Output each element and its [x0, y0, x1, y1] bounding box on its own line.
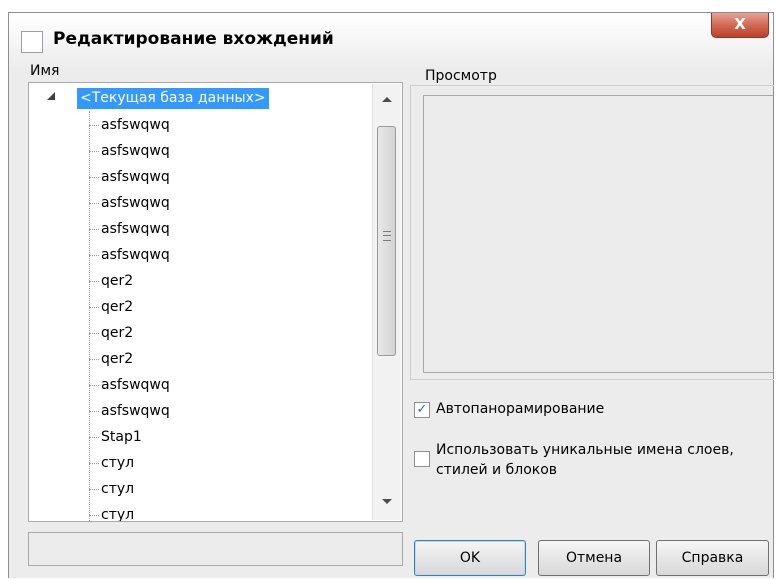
- unique-names-label-line2[interactable]: стилей и блоков: [436, 462, 557, 478]
- tree-item[interactable]: qer2: [89, 268, 133, 294]
- tree-branch-line: [89, 202, 99, 204]
- tree-item-label: asfswqwq: [101, 247, 170, 263]
- tree-branch-line: [89, 280, 99, 282]
- cancel-button[interactable]: Отмена: [538, 540, 650, 576]
- tree-item-label: стул: [101, 455, 135, 471]
- tree-item[interactable]: asfswqwq: [89, 112, 170, 138]
- tree-branch-line: [89, 332, 99, 334]
- tree-branch-line: [89, 488, 99, 490]
- preview-label: Просмотр: [422, 68, 500, 84]
- tree-item[interactable]: Stap1: [89, 424, 142, 450]
- tree-item[interactable]: asfswqwq: [89, 398, 170, 424]
- tree-branch-line: [89, 462, 99, 464]
- tree-item[interactable]: qer2: [89, 294, 133, 320]
- app-icon: [21, 31, 43, 53]
- tree-item-label: asfswqwq: [101, 143, 170, 159]
- tree-item[interactable]: стул: [89, 476, 134, 502]
- tree-item-label: qer2: [101, 325, 134, 341]
- unique-names-label-line1[interactable]: Использовать уникальные имена слоев,: [436, 442, 734, 458]
- help-button[interactable]: Справка: [656, 540, 769, 576]
- preview-canvas: [423, 95, 773, 373]
- tree-item[interactable]: стул: [89, 502, 135, 522]
- scrollbar-thumb[interactable]: [377, 126, 396, 356]
- tree-item-label: qer2: [101, 299, 134, 315]
- tree-branch-line: [89, 306, 99, 308]
- scroll-up-arrow-icon[interactable]: [382, 97, 392, 102]
- tree-branch-line: [89, 436, 99, 438]
- tree-branch-line: [89, 384, 99, 386]
- tree-item-label: asfswqwq: [101, 169, 170, 185]
- autopan-checkbox[interactable]: ✓: [414, 402, 430, 418]
- collapse-triangle-icon[interactable]: [47, 92, 55, 100]
- tree-item[interactable]: asfswqwq: [89, 164, 170, 190]
- tree-branch-line: [89, 514, 99, 516]
- scroll-down-arrow-icon[interactable]: [382, 499, 392, 504]
- tree-view[interactable]: <Текущая база данных> asfswqwq asfswqwq …: [28, 82, 403, 522]
- tree-item-label: qer2: [101, 273, 134, 289]
- tree-branch-line: [89, 150, 99, 152]
- status-field: [28, 532, 403, 566]
- tree-item[interactable]: asfswqwq: [89, 190, 170, 216]
- tree-item[interactable]: qer2: [89, 320, 133, 346]
- tree-item[interactable]: asfswqwq: [89, 242, 170, 268]
- tree-item-label: asfswqwq: [101, 221, 170, 237]
- tree-branch-line: [89, 176, 99, 178]
- tree-item[interactable]: asfswqwq: [89, 138, 170, 164]
- tree-item[interactable]: asfswqwq: [89, 372, 170, 398]
- tree-item-label: стул: [101, 507, 135, 522]
- tree-branch-line: [89, 228, 99, 230]
- tree-item[interactable]: стул: [89, 450, 134, 476]
- tree-item-label: asfswqwq: [101, 195, 170, 211]
- tree-item-label: asfswqwq: [101, 403, 170, 419]
- title-bar: Редактирование вхождений X: [9, 13, 773, 69]
- tree-item-label: asfswqwq: [101, 377, 170, 393]
- tree-item[interactable]: asfswqwq: [89, 216, 170, 242]
- tree-item[interactable]: qer2: [89, 346, 133, 372]
- name-group-label: Имя: [30, 63, 60, 79]
- tree-branch-line: [89, 124, 99, 126]
- close-button[interactable]: X: [711, 13, 769, 38]
- grip-icon: [383, 231, 391, 241]
- ok-button[interactable]: OK: [414, 540, 526, 576]
- window-title: Редактирование вхождений: [53, 29, 334, 49]
- tree-item-label: Stap1: [101, 429, 142, 445]
- tree-branch-line: [89, 358, 99, 360]
- tree-branch-line: [89, 254, 99, 256]
- tree-item-label: qer2: [101, 351, 134, 367]
- unique-names-checkbox[interactable]: [414, 451, 430, 467]
- tree-item-label: стул: [101, 481, 135, 497]
- tree-scrollbar[interactable]: [372, 84, 401, 520]
- tree-root-item[interactable]: <Текущая база данных>: [77, 88, 269, 109]
- tree-branch-line: [89, 410, 99, 412]
- autopan-label[interactable]: Автопанорамирование: [436, 401, 604, 417]
- tree-item-label: asfswqwq: [101, 117, 170, 133]
